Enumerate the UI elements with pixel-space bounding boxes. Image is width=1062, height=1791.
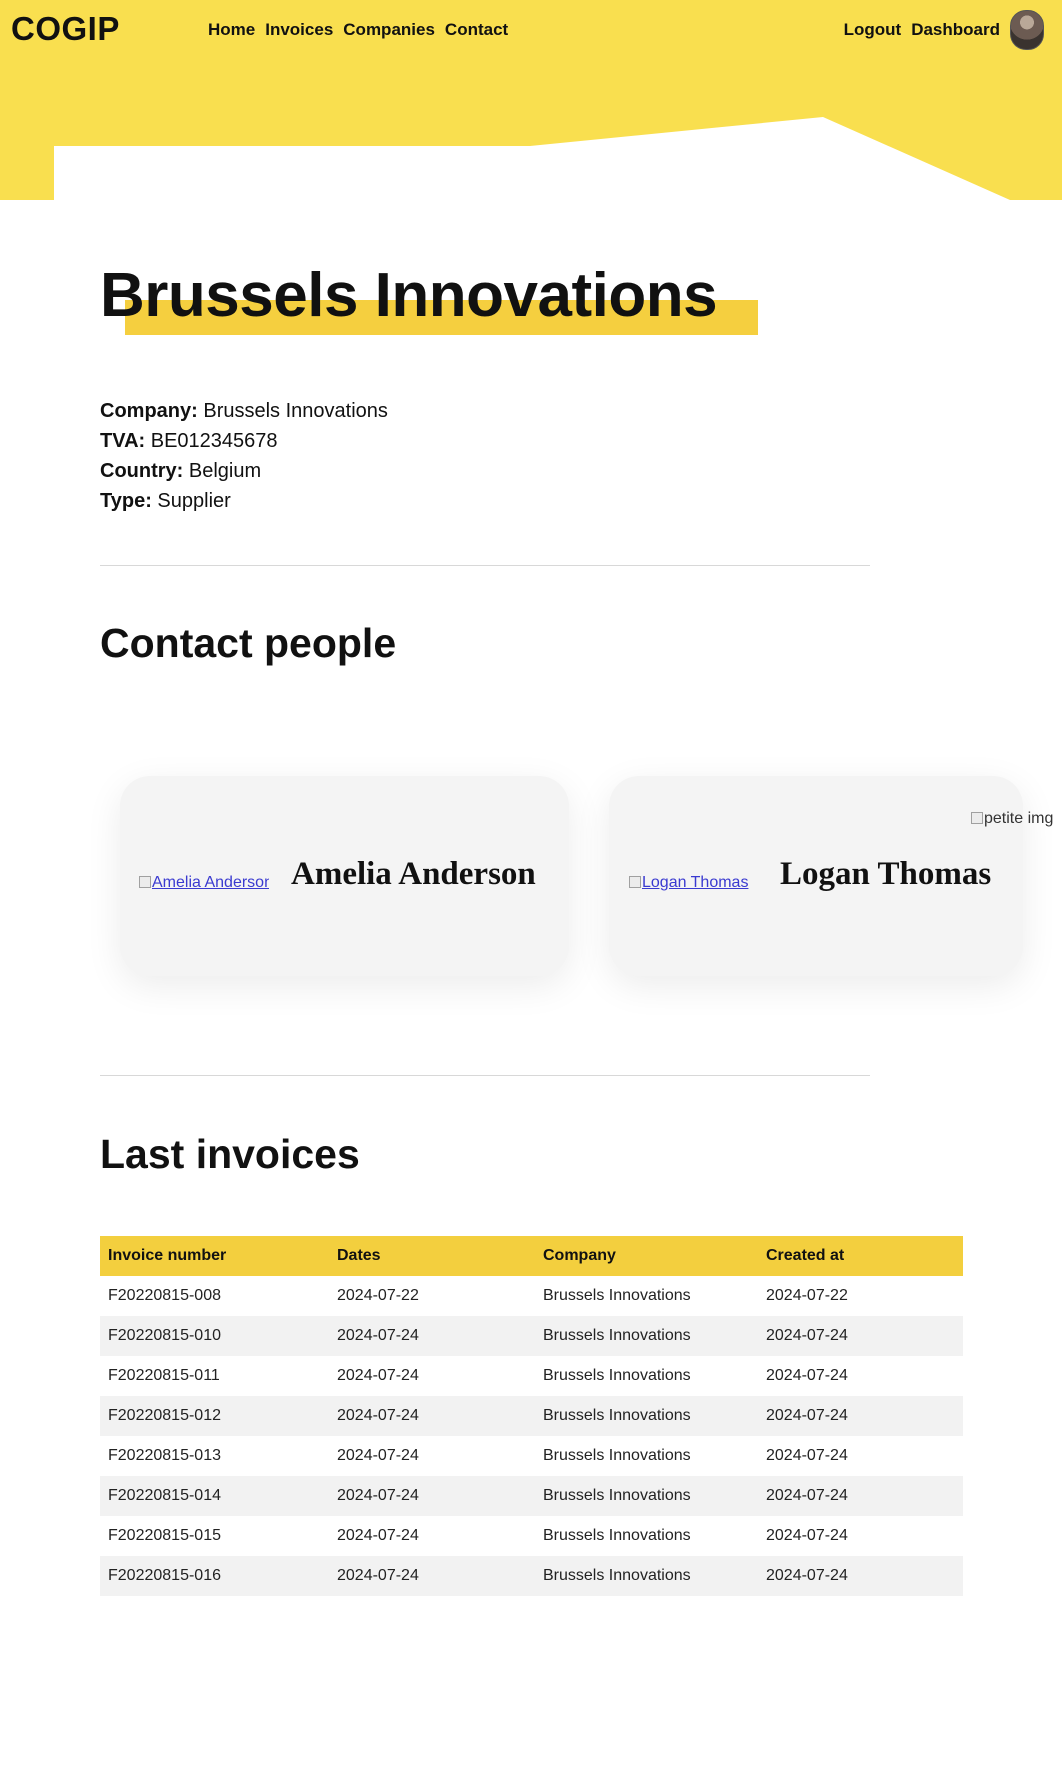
invoices-table: Invoice number Dates Company Created at … bbox=[100, 1236, 963, 1596]
column-header-invoice-number[interactable]: Invoice number bbox=[100, 1236, 329, 1276]
table-row[interactable]: F20220815-013 2024-07-24 Brussels Innova… bbox=[100, 1436, 963, 1476]
cell-invoice-number: F20220815-016 bbox=[100, 1556, 329, 1596]
table-row[interactable]: F20220815-010 2024-07-24 Brussels Innova… bbox=[100, 1316, 963, 1356]
cell-created-at: 2024-07-24 bbox=[758, 1476, 963, 1516]
cell-date: 2024-07-24 bbox=[337, 1447, 419, 1464]
cell-date: 2024-07-24 bbox=[329, 1316, 535, 1356]
page-title-block: Brussels Innovations bbox=[100, 260, 758, 335]
detail-tva: TVA: BE012345678 bbox=[100, 426, 388, 456]
cell-company: Brussels Innovations bbox=[543, 1527, 691, 1544]
cell-created-at: 2024-07-24 bbox=[766, 1527, 848, 1544]
avatar[interactable] bbox=[1010, 10, 1044, 50]
invoices-title: Last invoices bbox=[100, 1131, 360, 1177]
cell-date: 2024-07-22 bbox=[337, 1287, 419, 1304]
table-row[interactable]: F20220815-014 2024-07-24 Brussels Innova… bbox=[100, 1476, 963, 1516]
column-header-dates[interactable]: Dates bbox=[329, 1236, 535, 1276]
section-divider bbox=[100, 565, 870, 566]
cell-invoice-number: F20220815-008 bbox=[108, 1287, 221, 1304]
page-title: Brussels Innovations bbox=[100, 261, 718, 330]
nav-logout[interactable]: Logout bbox=[844, 20, 902, 40]
column-header-company[interactable]: Company bbox=[535, 1236, 758, 1276]
decor-image: petite img bbox=[971, 810, 1053, 828]
company-details: Company: Brussels Innovations TVA: BE012… bbox=[100, 396, 388, 516]
cell-created-at: 2024-07-24 bbox=[766, 1367, 848, 1384]
contact-photo-link[interactable]: Amelia Anderson bbox=[139, 874, 269, 892]
contact-photo-alt: Logan Thomas bbox=[642, 874, 749, 891]
detail-label: Type: bbox=[100, 490, 152, 512]
detail-type: Type: Supplier bbox=[100, 486, 388, 516]
table-row[interactable]: F20220815-011 2024-07-24 Brussels Innova… bbox=[100, 1356, 963, 1396]
table-row[interactable]: F20220815-015 2024-07-24 Brussels Innova… bbox=[100, 1516, 963, 1556]
contacts-title: Contact people bbox=[100, 620, 397, 666]
cell-company: Brussels Innovations bbox=[543, 1367, 691, 1384]
detail-label: TVA: bbox=[100, 430, 146, 452]
cell-date: 2024-07-24 bbox=[337, 1367, 419, 1384]
cell-company: Brussels Innovations bbox=[535, 1316, 758, 1356]
cell-company: Brussels Innovations bbox=[543, 1447, 691, 1464]
detail-value: Belgium bbox=[188, 460, 262, 482]
broken-image-icon bbox=[629, 876, 641, 888]
user-nav: Logout Dashboard bbox=[844, 10, 1044, 50]
section-divider bbox=[100, 1075, 870, 1076]
detail-value: Brussels Innovations bbox=[203, 400, 388, 422]
contact-photo-link[interactable]: Logan Thomas bbox=[629, 874, 759, 892]
cell-invoice-number: F20220815-015 bbox=[108, 1527, 221, 1544]
cell-date: 2024-07-24 bbox=[337, 1527, 419, 1544]
detail-label: Company: bbox=[100, 400, 198, 422]
cell-created-at: 2024-07-24 bbox=[758, 1556, 963, 1596]
main-nav: Home Invoices Companies Contact bbox=[208, 20, 508, 40]
cell-company: Brussels Innovations bbox=[535, 1556, 758, 1596]
nav-companies[interactable]: Companies bbox=[343, 20, 435, 40]
cell-date: 2024-07-24 bbox=[329, 1476, 535, 1516]
detail-company: Company: Brussels Innovations bbox=[100, 396, 388, 426]
contact-name: Logan Thomas bbox=[780, 856, 992, 892]
cell-company: Brussels Innovations bbox=[535, 1396, 758, 1436]
cell-invoice-number: F20220815-012 bbox=[100, 1396, 329, 1436]
table-row[interactable]: F20220815-008 2024-07-22 Brussels Innova… bbox=[100, 1276, 963, 1316]
cell-date: 2024-07-24 bbox=[329, 1556, 535, 1596]
contact-card-amelia[interactable]: Amelia Anderson Amelia Anderson bbox=[120, 776, 569, 976]
broken-image-icon bbox=[139, 876, 151, 888]
contact-card-logan[interactable]: Logan Thomas Logan Thomas bbox=[609, 776, 1023, 976]
cell-invoice-number: F20220815-010 bbox=[100, 1316, 329, 1356]
contact-name: Amelia Anderson bbox=[291, 856, 536, 892]
cell-created-at: 2024-07-24 bbox=[758, 1316, 963, 1356]
cell-created-at: 2024-07-24 bbox=[758, 1396, 963, 1436]
table-header-row: Invoice number Dates Company Created at bbox=[100, 1236, 963, 1276]
cell-invoice-number: F20220815-014 bbox=[100, 1476, 329, 1516]
cell-date: 2024-07-24 bbox=[329, 1396, 535, 1436]
cell-invoice-number: F20220815-011 bbox=[108, 1367, 220, 1384]
broken-image-icon bbox=[971, 812, 983, 824]
cell-created-at: 2024-07-22 bbox=[766, 1287, 848, 1304]
column-header-created-at[interactable]: Created at bbox=[758, 1236, 963, 1276]
nav-home[interactable]: Home bbox=[208, 20, 255, 40]
detail-value: BE012345678 bbox=[150, 430, 278, 452]
nav-invoices[interactable]: Invoices bbox=[265, 20, 333, 40]
detail-value: Supplier bbox=[157, 490, 231, 512]
nav-dashboard[interactable]: Dashboard bbox=[911, 20, 1000, 40]
cell-company: Brussels Innovations bbox=[535, 1476, 758, 1516]
table-row[interactable]: F20220815-016 2024-07-24 Brussels Innova… bbox=[100, 1556, 963, 1596]
cell-company: Brussels Innovations bbox=[543, 1287, 691, 1304]
logo[interactable]: COGIP bbox=[11, 10, 120, 48]
contact-photo-alt: Amelia Anderson bbox=[152, 874, 269, 891]
cell-created-at: 2024-07-24 bbox=[766, 1447, 848, 1464]
detail-label: Country: bbox=[100, 460, 184, 482]
cell-invoice-number: F20220815-013 bbox=[108, 1447, 221, 1464]
decor-image-alt: petite img bbox=[984, 810, 1054, 827]
table-row[interactable]: F20220815-012 2024-07-24 Brussels Innova… bbox=[100, 1396, 963, 1436]
nav-contact[interactable]: Contact bbox=[445, 20, 508, 40]
detail-country: Country: Belgium bbox=[100, 456, 388, 486]
